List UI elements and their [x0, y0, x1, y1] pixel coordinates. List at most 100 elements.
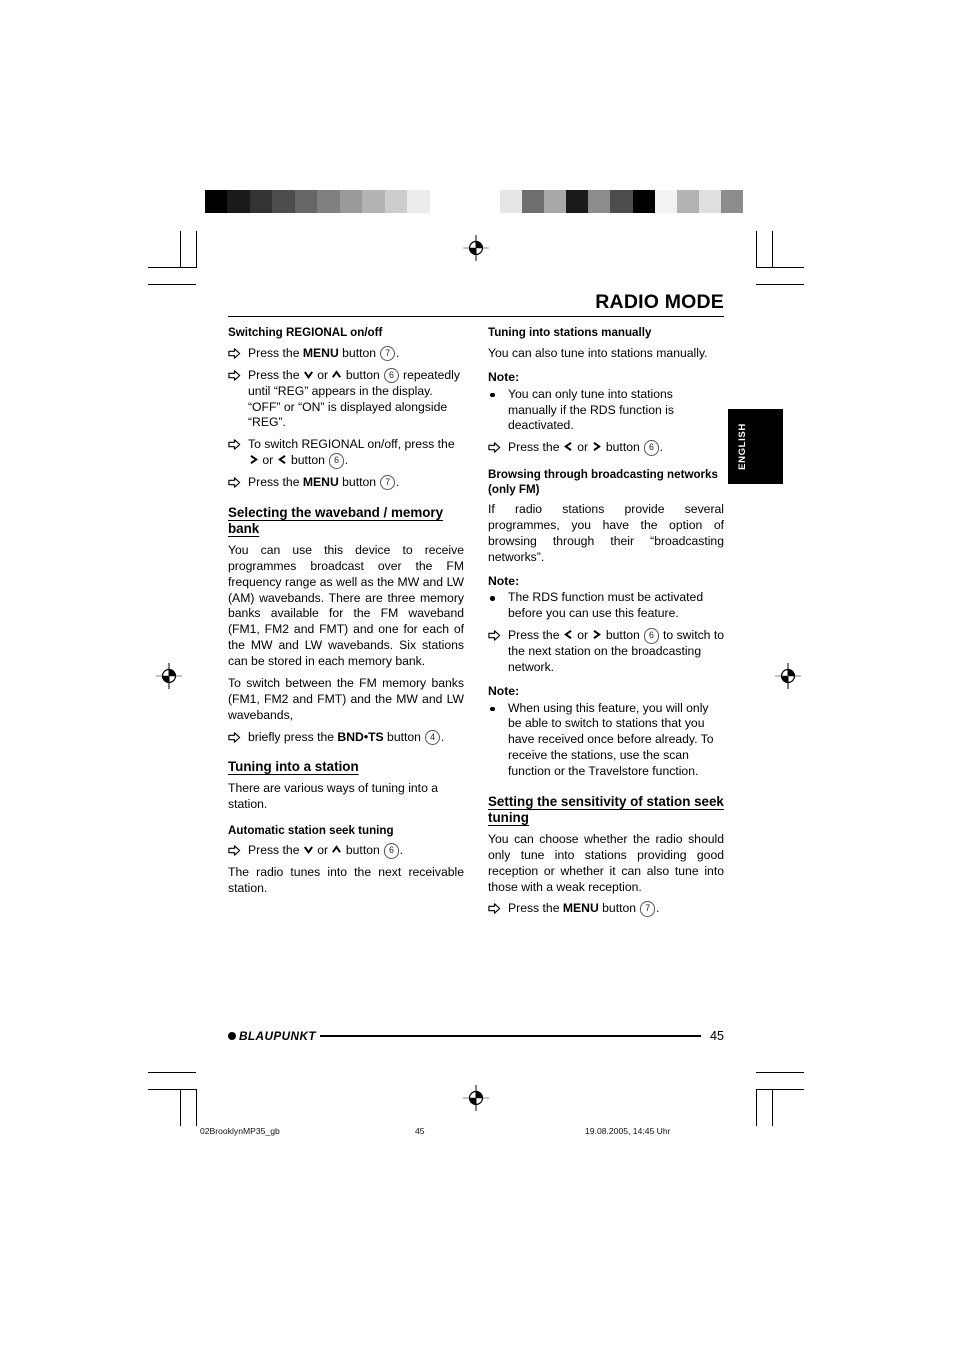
- step-text-part: .: [395, 345, 400, 360]
- calibration-bar-right: [500, 190, 744, 213]
- button-ref-number: 6: [383, 367, 400, 384]
- step-press-up-down-2: Press the or button 6.: [228, 843, 464, 859]
- calibration-swatch: [249, 190, 273, 213]
- step-press-menu-2: Press the MENU button 7.: [228, 474, 464, 491]
- language-tab-english: ENGLISH: [728, 409, 783, 484]
- button-ref-number: 7: [639, 901, 656, 917]
- print-meta-page: 45: [415, 1126, 425, 1136]
- crop-mark: [756, 1072, 804, 1074]
- chevron-left-icon: [277, 455, 286, 465]
- step-text-part: or: [313, 843, 332, 858]
- button-ref-number: 7: [379, 474, 396, 491]
- step-text-part: button: [342, 843, 384, 858]
- button-ref-number: 6: [643, 440, 660, 456]
- footer-divider: [320, 1035, 701, 1037]
- button-name-menu: MENU: [302, 345, 339, 360]
- button-ref-number: 6: [383, 843, 400, 859]
- note-label-3: Note:: [488, 683, 520, 698]
- step-arrow-icon: [228, 731, 241, 743]
- calibration-swatch: [205, 190, 228, 213]
- calibration-swatch: [227, 190, 250, 213]
- step-text-part: button: [338, 345, 380, 360]
- step-press-menu-1: Press the MENU button 7.: [228, 345, 464, 362]
- note-text: The RDS function must be activated befor…: [508, 590, 704, 621]
- calibration-swatch: [522, 190, 545, 213]
- calibration-swatch: [429, 190, 452, 213]
- crop-mark: [756, 1089, 804, 1091]
- step-text-part: Press the: [248, 345, 303, 360]
- crop-mark: [148, 267, 196, 269]
- step-text-part: Press the: [508, 628, 563, 643]
- chevron-right-icon: [593, 442, 602, 452]
- heading-selecting-waveband: Selecting the waveband / memory bank: [228, 504, 444, 537]
- calibration-swatch: [588, 190, 611, 213]
- note-label-1: Note:: [488, 369, 520, 384]
- step-text-part: button: [383, 729, 425, 744]
- crop-mark: [772, 1089, 774, 1126]
- print-meta-file: 02BrooklynMP35_gb: [200, 1126, 280, 1136]
- step-press-left-right-2: Press the or button 6 to switch to the n…: [488, 628, 724, 676]
- calibration-swatch: [610, 190, 633, 213]
- brand-dot-icon: [228, 1032, 236, 1040]
- step-text-part: button: [602, 440, 644, 455]
- button-name-menu: MENU: [302, 474, 339, 489]
- language-tab-label: ENGLISH: [736, 423, 748, 470]
- step-arrow-icon: [228, 845, 241, 856]
- step-press-up-down-1: Press the or button 6 repeatedly until “…: [228, 367, 464, 431]
- heading-browsing-networks: Browsing through broadcasting networks (…: [488, 468, 718, 496]
- chevron-left-icon: [563, 630, 572, 640]
- calibration-swatch: [566, 190, 589, 213]
- crop-mark: [180, 231, 182, 268]
- registration-mark: [156, 663, 182, 689]
- note-label-2: Note:: [488, 573, 520, 588]
- crop-mark: [180, 1089, 182, 1126]
- print-meta-line: 02BrooklynMP35_gb 45 19.08.2005, 14:45 U…: [200, 1126, 760, 1136]
- step-arrow-icon: [228, 348, 241, 359]
- bullet-dot-icon: [490, 392, 495, 398]
- calibration-swatch: [544, 190, 567, 213]
- button-ref-number: 4: [424, 729, 441, 745]
- heading-automatic-seek: Automatic station seek tuning: [228, 823, 394, 837]
- crop-mark: [756, 1089, 758, 1126]
- button-ref-number: 6: [643, 628, 660, 644]
- calibration-swatch: [698, 190, 721, 213]
- step-text-part: or: [573, 628, 592, 643]
- calibration-swatch: [500, 190, 523, 213]
- paragraph-waveband-1: You can use this device to receive progr…: [228, 543, 464, 669]
- registration-mark: [463, 235, 489, 261]
- step-text-part: Press the: [248, 474, 303, 489]
- calibration-swatch: [384, 190, 408, 213]
- calibration-swatch: [362, 190, 385, 213]
- step-text-part: button: [338, 474, 380, 489]
- crop-mark: [148, 1072, 196, 1074]
- button-ref-number: 7: [379, 345, 396, 362]
- step-text-part: Press the: [248, 367, 303, 382]
- page-number: 45: [709, 1029, 724, 1043]
- step-text-part: button: [287, 453, 329, 468]
- step-switch-regional: To switch REGIONAL on/off, press the or …: [228, 437, 464, 469]
- crop-mark: [772, 231, 774, 268]
- step-arrow-icon: [488, 903, 501, 915]
- heading-tuning-manually: Tuning into stations manually: [488, 326, 652, 340]
- brand-name: BLAUPUNKT: [239, 1029, 316, 1043]
- step-text-part: .: [440, 729, 445, 744]
- calibration-swatch: [317, 190, 340, 213]
- title-divider: [228, 316, 724, 318]
- step-text-part: or: [573, 440, 592, 455]
- page-title: RADIO MODE: [595, 291, 724, 313]
- step-text-part: Press the: [508, 440, 563, 455]
- step-press-menu-3: Press the MENU button 7.: [488, 901, 724, 917]
- note-item-1: You can only tune into stations manually…: [488, 387, 724, 435]
- step-press-bndts: briefly press the BND•TS button 4.: [228, 729, 464, 746]
- button-ref-number: 6: [328, 453, 345, 469]
- calibration-swatch: [272, 190, 295, 213]
- bullet-dot-icon: [490, 706, 495, 712]
- bullet-dot-icon: [490, 596, 495, 601]
- print-meta-date: 19.08.2005, 14:45 Uhr: [585, 1126, 671, 1136]
- step-text-part: .: [655, 901, 660, 916]
- paragraph-sensitivity: You can choose whether the radio should …: [488, 832, 724, 894]
- crop-mark: [756, 267, 804, 269]
- calibration-swatch: [407, 190, 430, 213]
- step-text-part: or: [259, 453, 277, 468]
- chevron-left-icon: [563, 442, 572, 452]
